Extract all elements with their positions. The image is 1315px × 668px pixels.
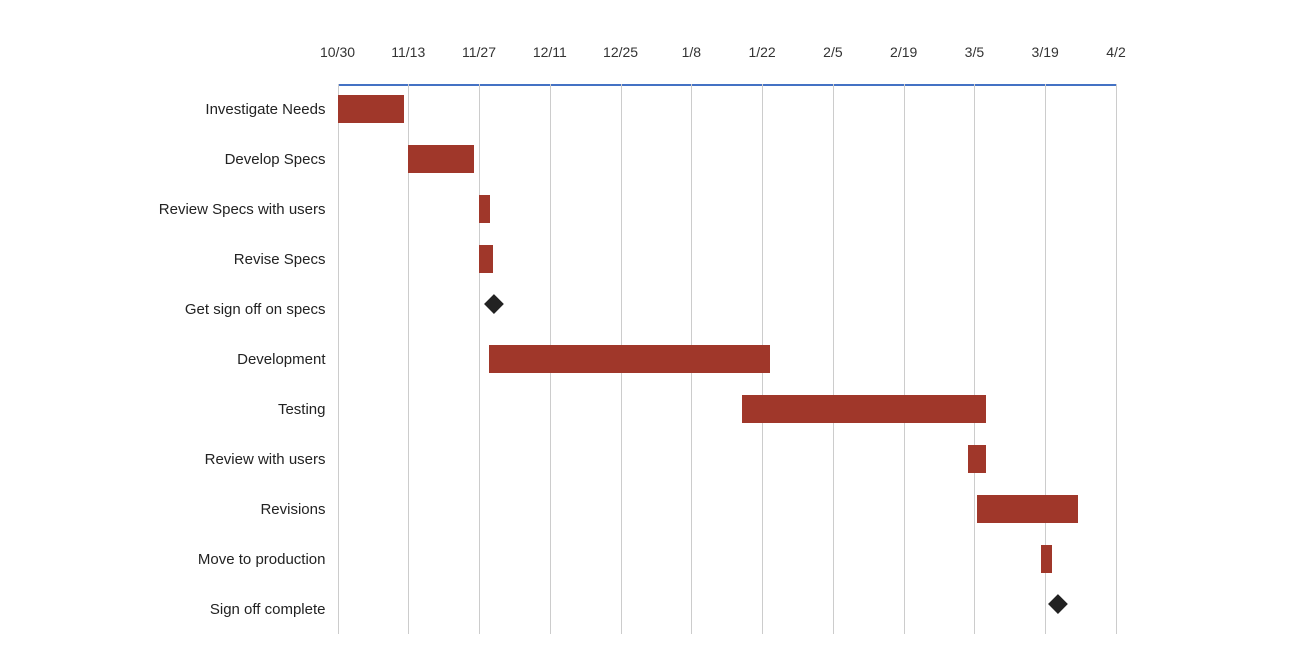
bar-0 bbox=[338, 95, 404, 123]
task-label-get-sign-off-specs: Get sign off on specs bbox=[18, 284, 338, 334]
task-label-revisions: Revisions bbox=[18, 484, 338, 534]
date-header: 10/3011/1311/2712/1112/251/81/222/52/193… bbox=[338, 34, 1258, 84]
chart-inner: Investigate Needs Develop Specs Review S… bbox=[18, 34, 1258, 634]
task-label-move-production: Move to production bbox=[18, 534, 338, 584]
bar-7 bbox=[968, 445, 986, 473]
date-label-11-13: 11/13 bbox=[391, 44, 425, 60]
gantt-row-6 bbox=[338, 384, 1258, 434]
gantt-rows bbox=[338, 84, 1258, 634]
gantt-row-2 bbox=[338, 184, 1258, 234]
gantt-row-7 bbox=[338, 434, 1258, 484]
bar-2 bbox=[479, 195, 490, 223]
task-label-testing: Testing bbox=[18, 384, 338, 434]
date-label-1-8: 1/8 bbox=[682, 44, 701, 60]
bar-3 bbox=[479, 245, 493, 273]
bar-9 bbox=[1041, 545, 1052, 573]
task-label-development: Development bbox=[18, 334, 338, 384]
date-label-4-2: 4/2 bbox=[1106, 44, 1125, 60]
chart-container: Investigate Needs Develop Specs Review S… bbox=[18, 14, 1298, 654]
gantt-area: 10/3011/1311/2712/1112/251/81/222/52/193… bbox=[338, 34, 1258, 634]
date-label-1-22: 1/22 bbox=[748, 44, 775, 60]
date-label-3-5: 3/5 bbox=[965, 44, 984, 60]
task-label-review-users: Review with users bbox=[18, 434, 338, 484]
bar-6 bbox=[742, 395, 986, 423]
labels-column: Investigate Needs Develop Specs Review S… bbox=[18, 34, 338, 634]
task-label-develop-specs: Develop Specs bbox=[18, 134, 338, 184]
date-label-10-30: 10/30 bbox=[320, 44, 355, 60]
gantt-row-8 bbox=[338, 484, 1258, 534]
date-label-3-19: 3/19 bbox=[1032, 44, 1059, 60]
date-label-12-11: 12/11 bbox=[533, 44, 567, 60]
task-label-revise-specs: Revise Specs bbox=[18, 234, 338, 284]
gantt-row-3 bbox=[338, 234, 1258, 284]
diamond-4 bbox=[484, 294, 504, 314]
task-label-sign-off-complete: Sign off complete bbox=[18, 584, 338, 634]
date-label-11-27: 11/27 bbox=[462, 44, 496, 60]
gantt-row-5 bbox=[338, 334, 1258, 384]
date-labels: 10/3011/1311/2712/1112/251/81/222/52/193… bbox=[338, 34, 1258, 84]
task-label-review-specs-users: Review Specs with users bbox=[18, 184, 338, 234]
bar-1 bbox=[408, 145, 474, 173]
gantt-row-0 bbox=[338, 84, 1258, 134]
gantt-row-1 bbox=[338, 134, 1258, 184]
bar-8 bbox=[977, 495, 1078, 523]
date-label-2-19: 2/19 bbox=[890, 44, 917, 60]
task-label-investigate-needs: Investigate Needs bbox=[18, 84, 338, 134]
diamond-10 bbox=[1048, 594, 1068, 614]
gantt-row-10 bbox=[338, 584, 1258, 634]
date-label-12-25: 12/25 bbox=[603, 44, 638, 60]
bar-5 bbox=[489, 345, 770, 373]
gantt-row-9 bbox=[338, 534, 1258, 584]
date-label-2-5: 2/5 bbox=[823, 44, 842, 60]
gantt-row-4 bbox=[338, 284, 1258, 334]
